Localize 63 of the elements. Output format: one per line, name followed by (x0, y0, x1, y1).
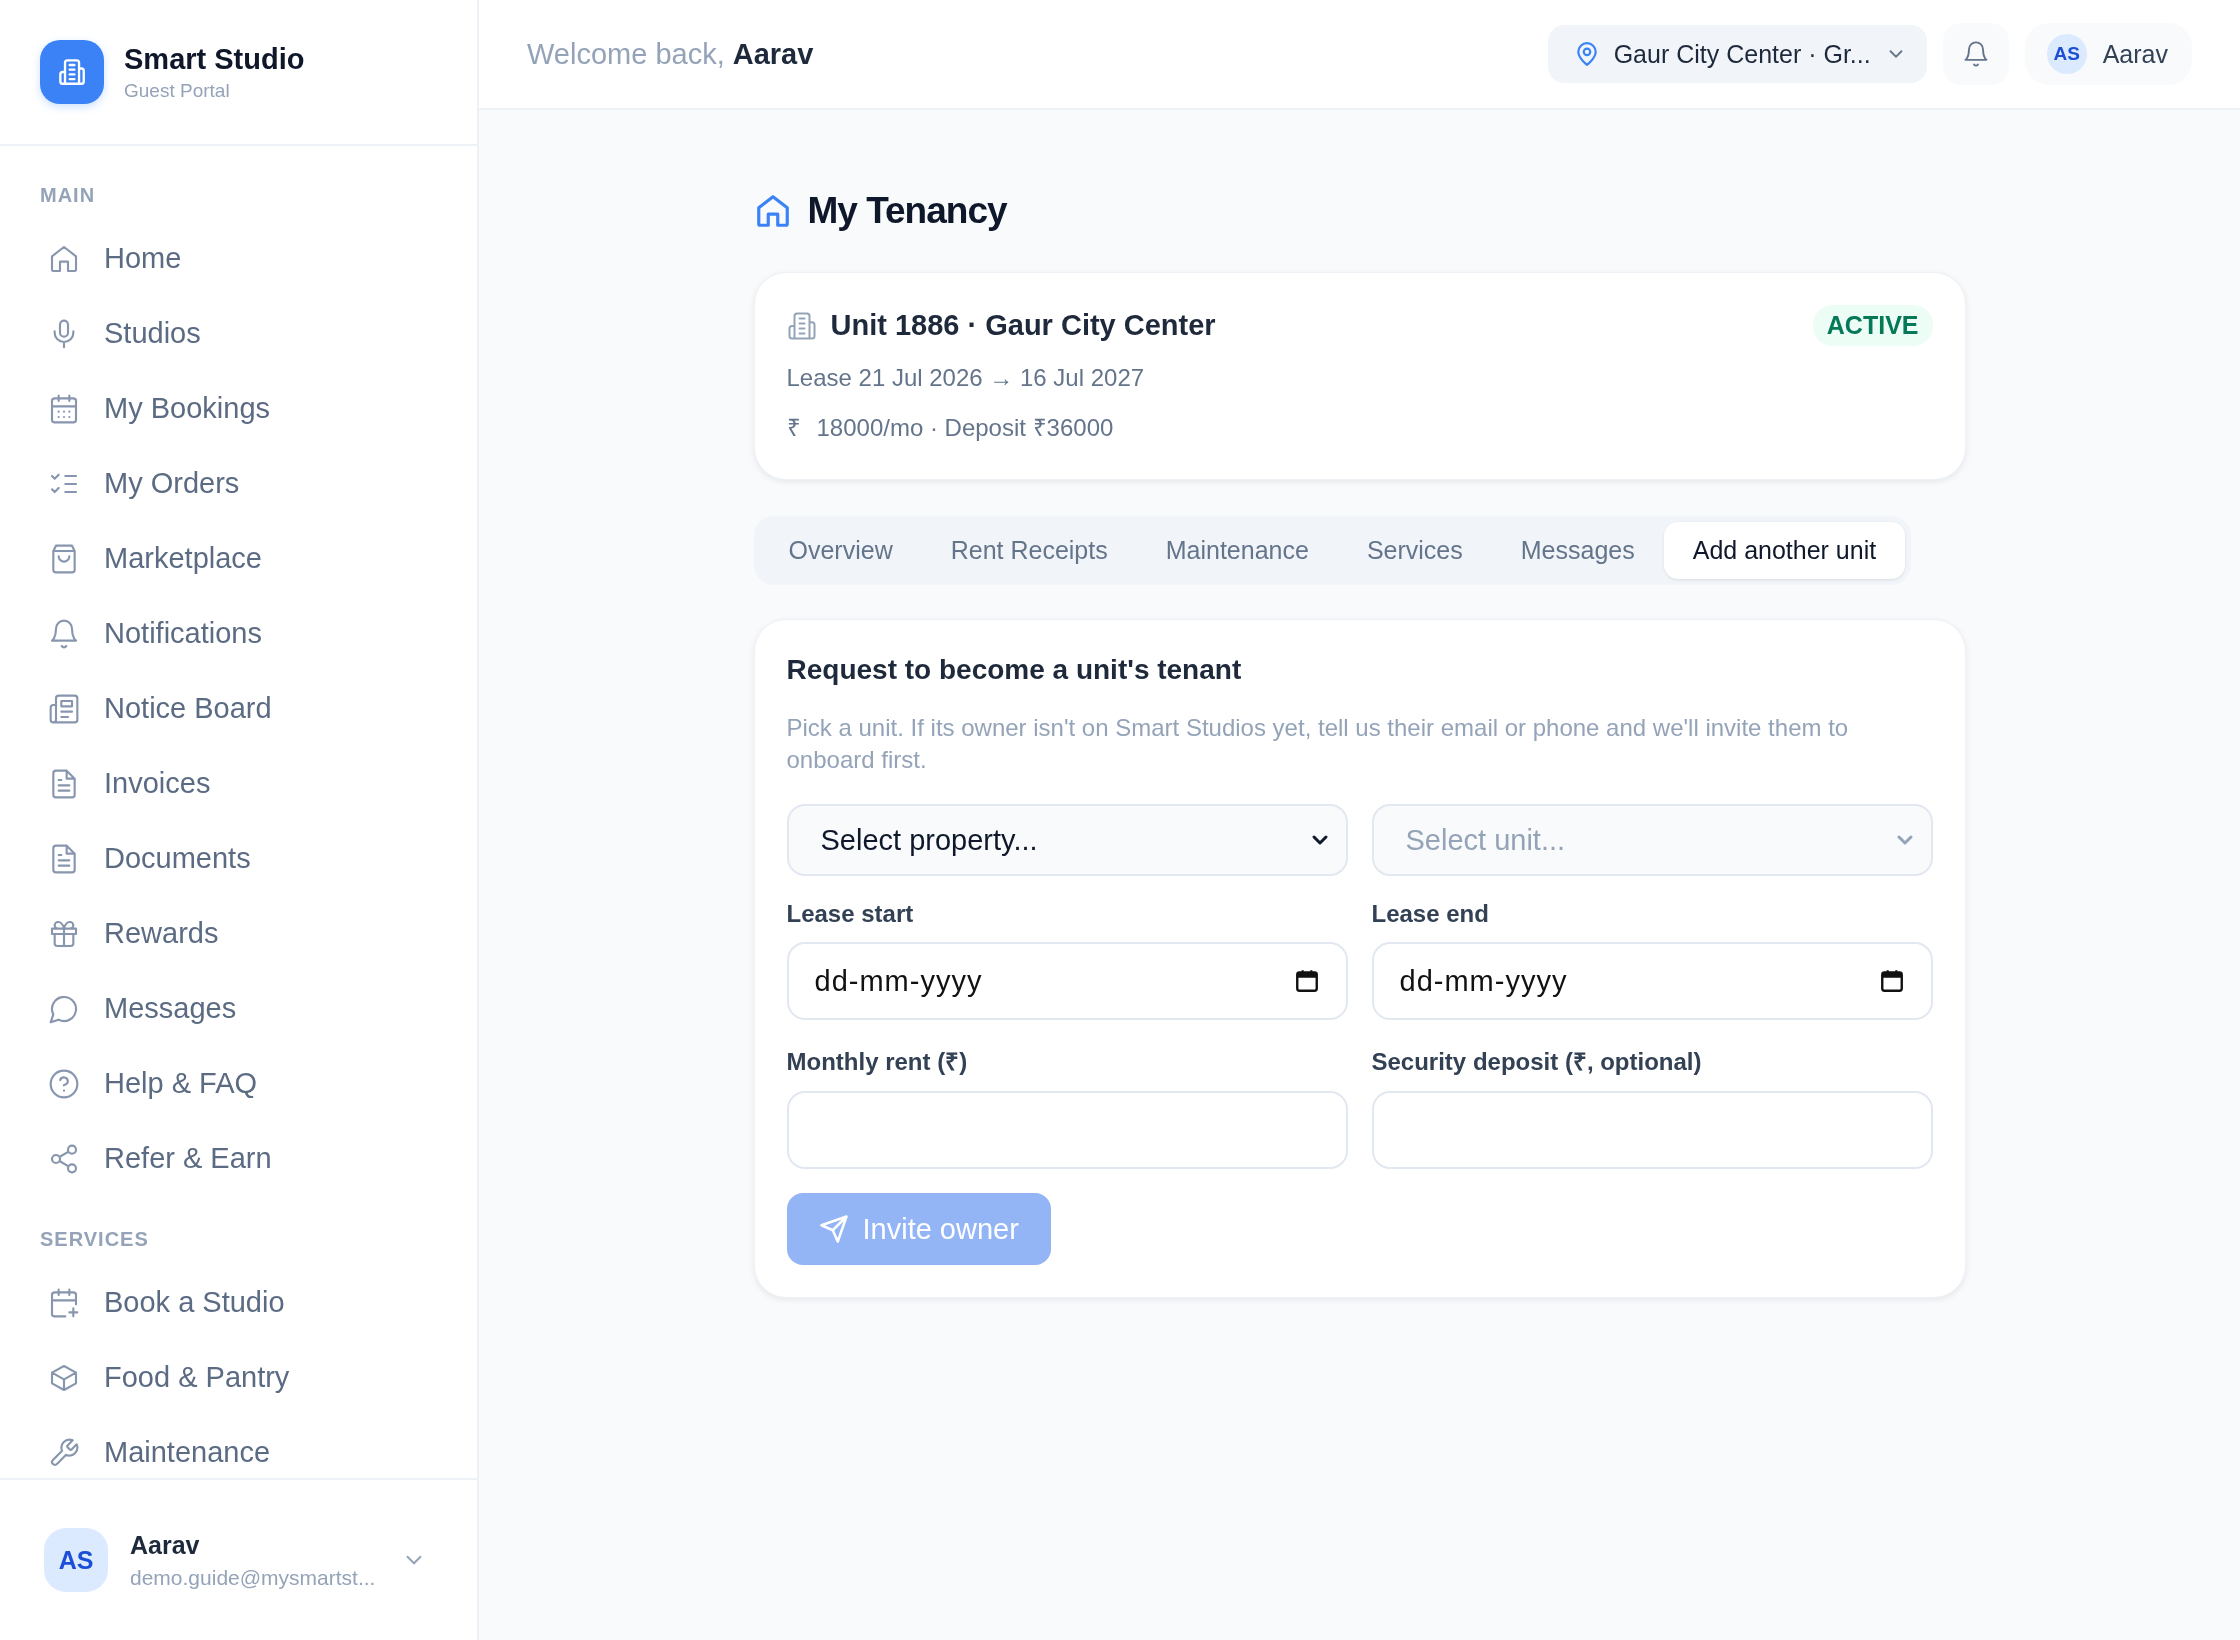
newspaper-icon (48, 692, 80, 725)
unit-title: Unit 1886 · Gaur City Center (830, 309, 1217, 342)
help-icon (48, 1067, 80, 1100)
brand-title: Smart Studio (124, 42, 305, 76)
select-field[interactable]: Select property... (786, 804, 1348, 876)
user-name: Aarav (130, 1530, 201, 1560)
share-icon (48, 1142, 80, 1175)
field-label: Security deposit (₹, optional) (1371, 1047, 1703, 1077)
user-avatar: AS (2046, 34, 2087, 74)
building-icon (786, 310, 817, 341)
sidebar-item[interactable]: Rewards (48, 896, 477, 971)
sidebar-item[interactable]: My Bookings (48, 371, 477, 446)
sidebar-item[interactable]: Notice Board (48, 671, 477, 746)
calendar-icon (1293, 968, 1320, 994)
logo-icon (40, 40, 104, 104)
sidebar-item[interactable]: My Orders (48, 446, 477, 521)
date-field[interactable]: dd-mm-yyyy (1371, 942, 1933, 1020)
sidebar-item[interactable]: Messages (48, 971, 477, 1046)
sidebar-item[interactable]: Maintenance (48, 1415, 477, 1478)
date-field[interactable]: dd-mm-yyyy (786, 942, 1348, 1020)
tab[interactable]: Overview (759, 522, 922, 579)
calendar-icon (1878, 968, 1905, 994)
calendar-plus-icon (48, 1286, 80, 1319)
wrench-icon (48, 1436, 80, 1469)
tab[interactable]: Maintenance (1136, 522, 1338, 579)
send-icon (818, 1214, 849, 1244)
tab[interactable]: Services (1337, 522, 1492, 579)
status-badge: ACTIVE (1812, 305, 1933, 346)
sidebar-item[interactable]: Food & Pantry (48, 1340, 477, 1415)
bell-icon (48, 617, 80, 650)
rupee-symbol: ₹ (786, 413, 801, 443)
sidebar-item[interactable]: Notifications (48, 596, 477, 671)
sidebar-item[interactable]: Book a Studio (48, 1265, 477, 1340)
brand-subtitle: Guest Portal (124, 79, 231, 102)
sidebar-item[interactable]: Invoices (48, 746, 477, 821)
user-menu-button[interactable]: AS Aarav (2024, 23, 2192, 85)
notifications-button[interactable] (1942, 23, 2009, 85)
tab[interactable]: Add another unit (1663, 522, 1906, 579)
user-avatar: AS (44, 1528, 108, 1592)
input-field[interactable] (1371, 1091, 1933, 1169)
sidebar-item[interactable]: Documents (48, 821, 477, 896)
field-label: Lease end (1371, 900, 1490, 928)
section-heading: SERVICES (40, 1228, 150, 1251)
calendar-icon (48, 392, 80, 425)
welcome-text: Welcome back, Aarav (527, 37, 814, 71)
form-title: Request to become a unit's tenant (786, 654, 1243, 686)
sidebar-item[interactable]: Help & FAQ (48, 1046, 477, 1121)
rent-deposit: 18000/mo · Deposit ₹36000 (816, 413, 1114, 443)
page-title: My Tenancy (807, 190, 1007, 232)
tab[interactable]: Messages (1491, 522, 1664, 579)
sidebar-item[interactable]: Marketplace (48, 521, 477, 596)
tab[interactable]: Rent Receipts (921, 522, 1137, 579)
field-label: Lease start (786, 900, 915, 928)
user-email: demo.guide@mysmartst... (130, 1565, 377, 1590)
sidebar-item[interactable]: Home (48, 221, 477, 296)
lease-dates: Lease 21 Jul 2026 → 16 Jul 2027 (786, 364, 1146, 392)
sidebar-item[interactable]: Studios (48, 296, 477, 371)
location-selector[interactable]: Gaur City Center · Gr... (1547, 25, 1927, 83)
input-field[interactable] (786, 1091, 1348, 1169)
form-description: Pick a unit. If its owner isn't on Smart Studios yet, tell us their email or phone and we'll invite them to onboard first. (786, 713, 1850, 775)
section-heading: MAIN (40, 184, 97, 207)
field-label: Monthly rent (₹) (786, 1047, 969, 1077)
sidebar-item[interactable]: Refer & Earn (48, 1121, 477, 1196)
